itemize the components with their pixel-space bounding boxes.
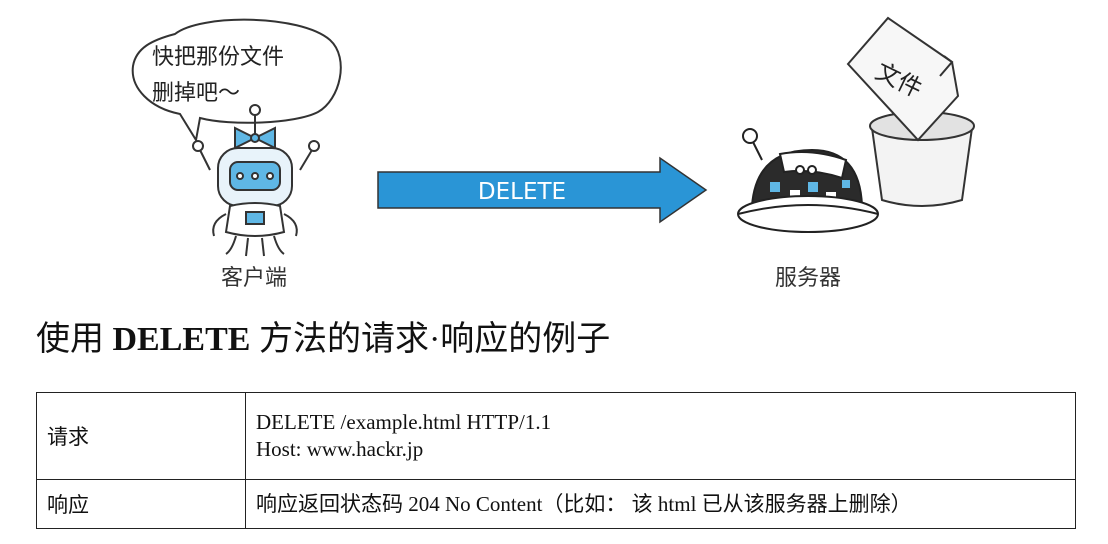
arrow-label: DELETE [478, 179, 566, 205]
table-row-request: 请求 DELETE /example.html HTTP/1.1 Host: w… [36, 392, 1076, 480]
request-response-table: 请求 DELETE /example.html HTTP/1.1 Host: w… [36, 392, 1076, 529]
client-label: 客户端 [221, 266, 287, 291]
delete-arrow: DELETE [377, 156, 708, 224]
server-label: 服务器 [775, 266, 841, 291]
caption-suffix: 方法的请求·响应的例子 [258, 321, 611, 358]
request-host: Host: www.hackr.jp [256, 437, 424, 461]
speech-bubble: 快把那份文件 删掉吧～ [131, 18, 342, 143]
speech-text-line2: 删掉吧～ [152, 81, 240, 106]
figure-caption: 使用 DELETE 方法的请求·响应的例子 [36, 318, 610, 362]
delete-illustration: 快把那份文件 删掉吧～ 客户端 DELETE 服务器 文件 [131, 16, 975, 291]
caption-prefix: 使用 [36, 321, 104, 358]
speech-text-line1: 快把那份文件 [152, 45, 284, 70]
response-label: 响应 [36, 479, 246, 529]
request-label: 请求 [36, 392, 246, 480]
caption-method: DELETE [112, 321, 251, 358]
request-line: DELETE /example.html HTTP/1.1 [256, 410, 552, 434]
table-row-response: 响应 响应返回状态码 204 No Content（比如： 该 html 已从该… [36, 479, 1076, 529]
response-content: 响应返回状态码 204 No Content（比如： 该 html 已从该服务器… [245, 479, 1076, 529]
server-robot-icon [737, 128, 879, 233]
client-robot-icon [192, 104, 320, 257]
request-content: DELETE /example.html HTTP/1.1 Host: www.… [245, 392, 1076, 480]
